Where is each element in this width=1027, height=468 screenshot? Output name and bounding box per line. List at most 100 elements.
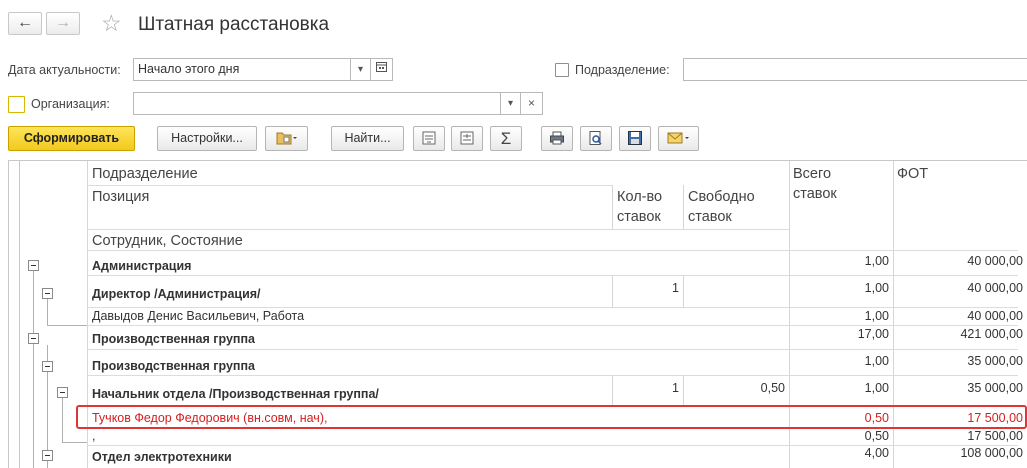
row-name: , xyxy=(92,429,96,443)
row-payroll: 40 000,00 xyxy=(967,309,1023,323)
favorite-star-icon[interactable]: ☆ xyxy=(101,10,122,36)
row-line xyxy=(87,375,1018,376)
arrow-right-icon: → xyxy=(55,14,71,31)
header-free-line1: Свободно xyxy=(688,189,755,205)
organization-label: Организация: xyxy=(31,97,110,111)
chevron-down-icon: ▾ xyxy=(507,98,514,109)
date-label: Дата актуальности: xyxy=(8,63,121,77)
expand-groups-icon xyxy=(460,131,474,145)
arrow-left-icon: ← xyxy=(17,14,33,31)
row-name: Начальник отдела /Производственная групп… xyxy=(92,387,379,401)
row-line xyxy=(87,275,1018,276)
gutter-line xyxy=(19,161,20,468)
row-name: Давыдов Денис Васильевич, Работа xyxy=(92,309,305,323)
save-button[interactable] xyxy=(619,126,651,151)
subdivision-checkbox[interactable] xyxy=(555,63,569,77)
collapse-group-icon[interactable] xyxy=(42,288,53,299)
row-name: Отдел электротехники xyxy=(92,450,232,464)
subdivision-label: Подразделение: xyxy=(575,63,670,77)
row-total: 1,00 xyxy=(864,354,889,368)
header-payroll: ФОТ xyxy=(897,166,929,182)
row-payroll: 35 000,00 xyxy=(967,381,1023,395)
row-total: 1,00 xyxy=(864,281,889,295)
row-total: 1,00 xyxy=(864,254,889,268)
row-total: 0,50 xyxy=(864,429,889,443)
organization-field[interactable] xyxy=(133,92,501,115)
row-name: Производственная группа xyxy=(92,359,255,373)
date-field[interactable]: Начало этого дня xyxy=(133,58,351,81)
calendar-button[interactable] xyxy=(371,58,393,81)
sum-button[interactable]: Σ xyxy=(490,126,522,151)
collapse-group-icon[interactable] xyxy=(57,387,68,398)
header-count-line2: ставок xyxy=(617,209,661,225)
col-line-count-header xyxy=(612,185,613,229)
row-total: 4,00 xyxy=(864,446,889,460)
row-count: 1 xyxy=(672,381,679,395)
dropdown-button[interactable]: ▾ xyxy=(351,58,371,81)
header-subdivision: Подразделение xyxy=(92,166,198,182)
forward-button[interactable]: → xyxy=(46,12,80,35)
collapse-groups-icon xyxy=(422,131,436,145)
header-count-line1: Кол-во xyxy=(617,189,663,205)
row-payroll: 40 000,00 xyxy=(967,281,1023,295)
header-divider xyxy=(87,229,789,230)
generate-button[interactable]: Сформировать xyxy=(8,126,135,151)
header-free-line2: ставок xyxy=(688,209,732,225)
close-icon: × xyxy=(527,96,535,110)
tree-line xyxy=(62,442,87,443)
variants-button[interactable] xyxy=(265,126,308,151)
row-total: 17,00 xyxy=(857,327,889,341)
row-free: 0,50 xyxy=(760,381,785,395)
organization-checkbox[interactable] xyxy=(8,96,25,113)
chevron-down-icon: ▾ xyxy=(357,64,364,75)
header-divider xyxy=(87,185,612,186)
send-email-button[interactable] xyxy=(658,126,699,151)
envelope-icon xyxy=(667,132,689,144)
header-total-line1: Всего xyxy=(793,166,832,182)
collapse-group-icon[interactable] xyxy=(28,260,39,271)
preview-button[interactable] xyxy=(580,126,612,151)
row-highlight-frame xyxy=(76,405,1027,429)
col-line-free-header xyxy=(683,185,684,229)
header-total-line2: ставок xyxy=(793,186,837,202)
collapse-group-icon[interactable] xyxy=(28,333,39,344)
tree-line xyxy=(33,271,34,468)
expand-groups-button[interactable] xyxy=(451,126,483,151)
collapse-groups-button[interactable] xyxy=(413,126,445,151)
clear-button[interactable]: × xyxy=(521,92,543,115)
settings-button[interactable]: Настройки... xyxy=(157,126,257,151)
floppy-disk-icon xyxy=(628,131,642,146)
row-payroll: 40 000,00 xyxy=(967,254,1023,268)
row-payroll: 421 000,00 xyxy=(960,327,1023,341)
row-payroll: 35 000,00 xyxy=(967,354,1023,368)
row-total: 1,00 xyxy=(864,381,889,395)
row-name: Производственная группа xyxy=(92,332,255,346)
subdivision-field[interactable] xyxy=(683,58,1027,81)
tree-line xyxy=(47,299,48,325)
row-payroll: 108 000,00 xyxy=(960,446,1023,460)
sum-icon: Σ xyxy=(500,129,512,148)
report-table[interactable]: Подразделение Позиция Сотрудник, Состоян… xyxy=(8,160,1027,468)
header-position: Позиция xyxy=(92,189,150,205)
print-button[interactable] xyxy=(541,126,573,151)
folder-settings-icon xyxy=(276,132,297,145)
row-name: Директор /Администрация/ xyxy=(92,287,261,301)
collapse-group-icon[interactable] xyxy=(42,361,53,372)
calendar-icon xyxy=(376,62,387,72)
preview-icon xyxy=(589,131,602,146)
row-name: Администрация xyxy=(92,259,192,273)
row-line xyxy=(87,349,1018,350)
col-line-free-row2 xyxy=(683,275,684,307)
tree-line xyxy=(62,398,63,442)
row-total: 1,00 xyxy=(864,309,889,323)
organization-dropdown-button[interactable]: ▾ xyxy=(501,92,521,115)
header-employee: Сотрудник, Состояние xyxy=(92,233,243,249)
printer-icon xyxy=(550,131,564,145)
back-button[interactable]: ← xyxy=(8,12,42,35)
find-button[interactable]: Найти... xyxy=(331,126,404,151)
tree-line xyxy=(47,325,87,326)
page-title: Штатная расстановка xyxy=(138,14,330,35)
row-payroll: 17 500,00 xyxy=(967,429,1023,443)
row-count: 1 xyxy=(672,281,679,295)
collapse-group-icon[interactable] xyxy=(42,450,53,461)
